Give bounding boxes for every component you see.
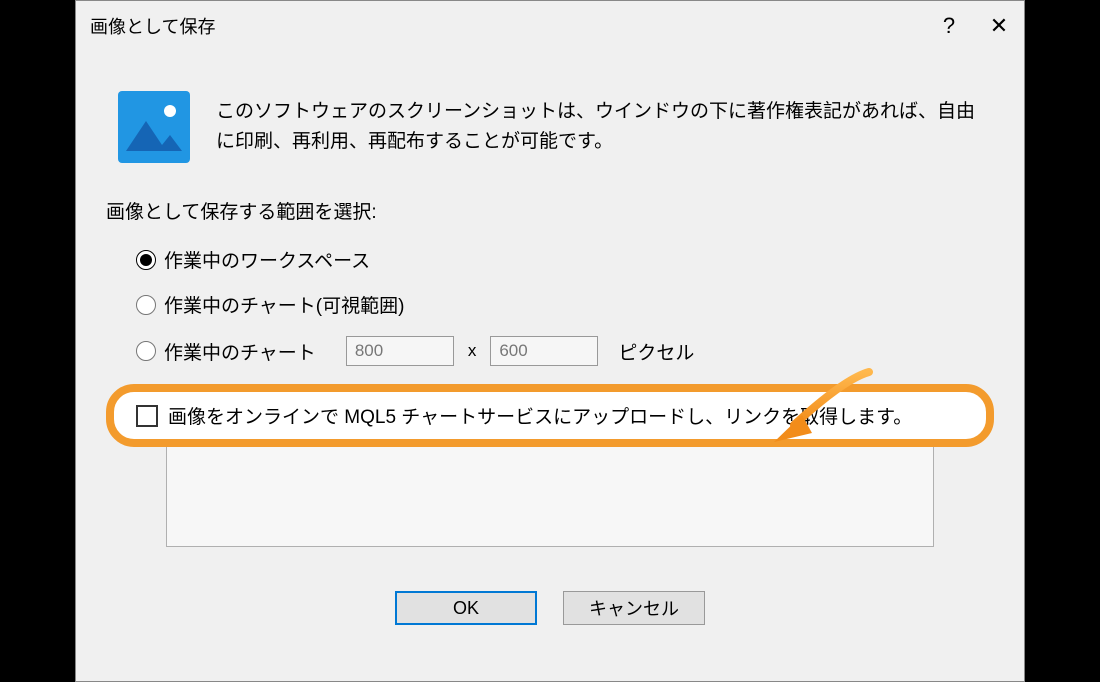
width-input[interactable]	[346, 336, 454, 366]
dialog-title: 画像として保存	[90, 13, 215, 39]
cancel-button[interactable]: キャンセル	[563, 591, 705, 625]
titlebar-controls: ? ✕	[924, 1, 1024, 51]
ok-button-label: OK	[453, 598, 479, 619]
ok-button[interactable]: OK	[395, 591, 537, 625]
radio-chart-visible-input[interactable]	[136, 295, 156, 315]
intro-section: このソフトウェアのスクリーンショットは、ウインドウの下に著作権表記があれば、自由…	[106, 91, 994, 163]
height-input[interactable]	[490, 336, 598, 366]
radio-chart-custom-input[interactable]	[136, 341, 156, 361]
highlighted-checkbox-area: 画像をオンラインで MQL5 チャートサービスにアップロードし、リンクを取得しま…	[106, 384, 994, 447]
multiply-label: x	[468, 341, 477, 361]
radio-chart-visible-label: 作業中のチャート(可視範囲)	[164, 291, 404, 318]
close-button[interactable]: ✕	[974, 1, 1024, 51]
radio-chart-custom-label: 作業中のチャート	[164, 338, 316, 365]
radio-chart-visible[interactable]: 作業中のチャート(可視範囲)	[136, 291, 994, 318]
help-icon: ?	[943, 13, 955, 39]
save-image-dialog: 画像として保存 ? ✕ このソフトウェアのスクリーンショットは、ウインドウの下に…	[75, 0, 1025, 682]
radio-workspace-input[interactable]	[136, 250, 156, 270]
pixel-label: ピクセル	[618, 338, 694, 365]
radio-workspace-label: 作業中のワークスペース	[164, 246, 370, 273]
options-group: 作業中のワークスペース 作業中のチャート(可視範囲) 作業中のチャート x ピク…	[106, 246, 994, 366]
range-section-label: 画像として保存する範囲を選択:	[106, 197, 994, 224]
picture-icon	[118, 91, 190, 163]
upload-checkbox[interactable]	[136, 405, 158, 427]
upload-checkbox-row[interactable]: 画像をオンラインで MQL5 チャートサービスにアップロードし、リンクを取得しま…	[122, 400, 978, 431]
intro-text: このソフトウェアのスクリーンショットは、ウインドウの下に著作権表記があれば、自由…	[216, 91, 994, 158]
radio-workspace[interactable]: 作業中のワークスペース	[136, 246, 994, 273]
close-icon: ✕	[990, 13, 1008, 39]
title-bar: 画像として保存 ? ✕	[76, 1, 1024, 51]
dialog-body: このソフトウェアのスクリーンショットは、ウインドウの下に著作権表記があれば、自由…	[76, 51, 1024, 625]
upload-checkbox-label: 画像をオンラインで MQL5 チャートサービスにアップロードし、リンクを取得しま…	[168, 402, 912, 429]
link-output-box	[166, 447, 934, 547]
radio-chart-custom-row: 作業中のチャート x ピクセル	[136, 336, 994, 366]
help-button[interactable]: ?	[924, 1, 974, 51]
cancel-button-label: キャンセル	[589, 595, 679, 621]
dialog-buttons: OK キャンセル	[106, 591, 994, 625]
